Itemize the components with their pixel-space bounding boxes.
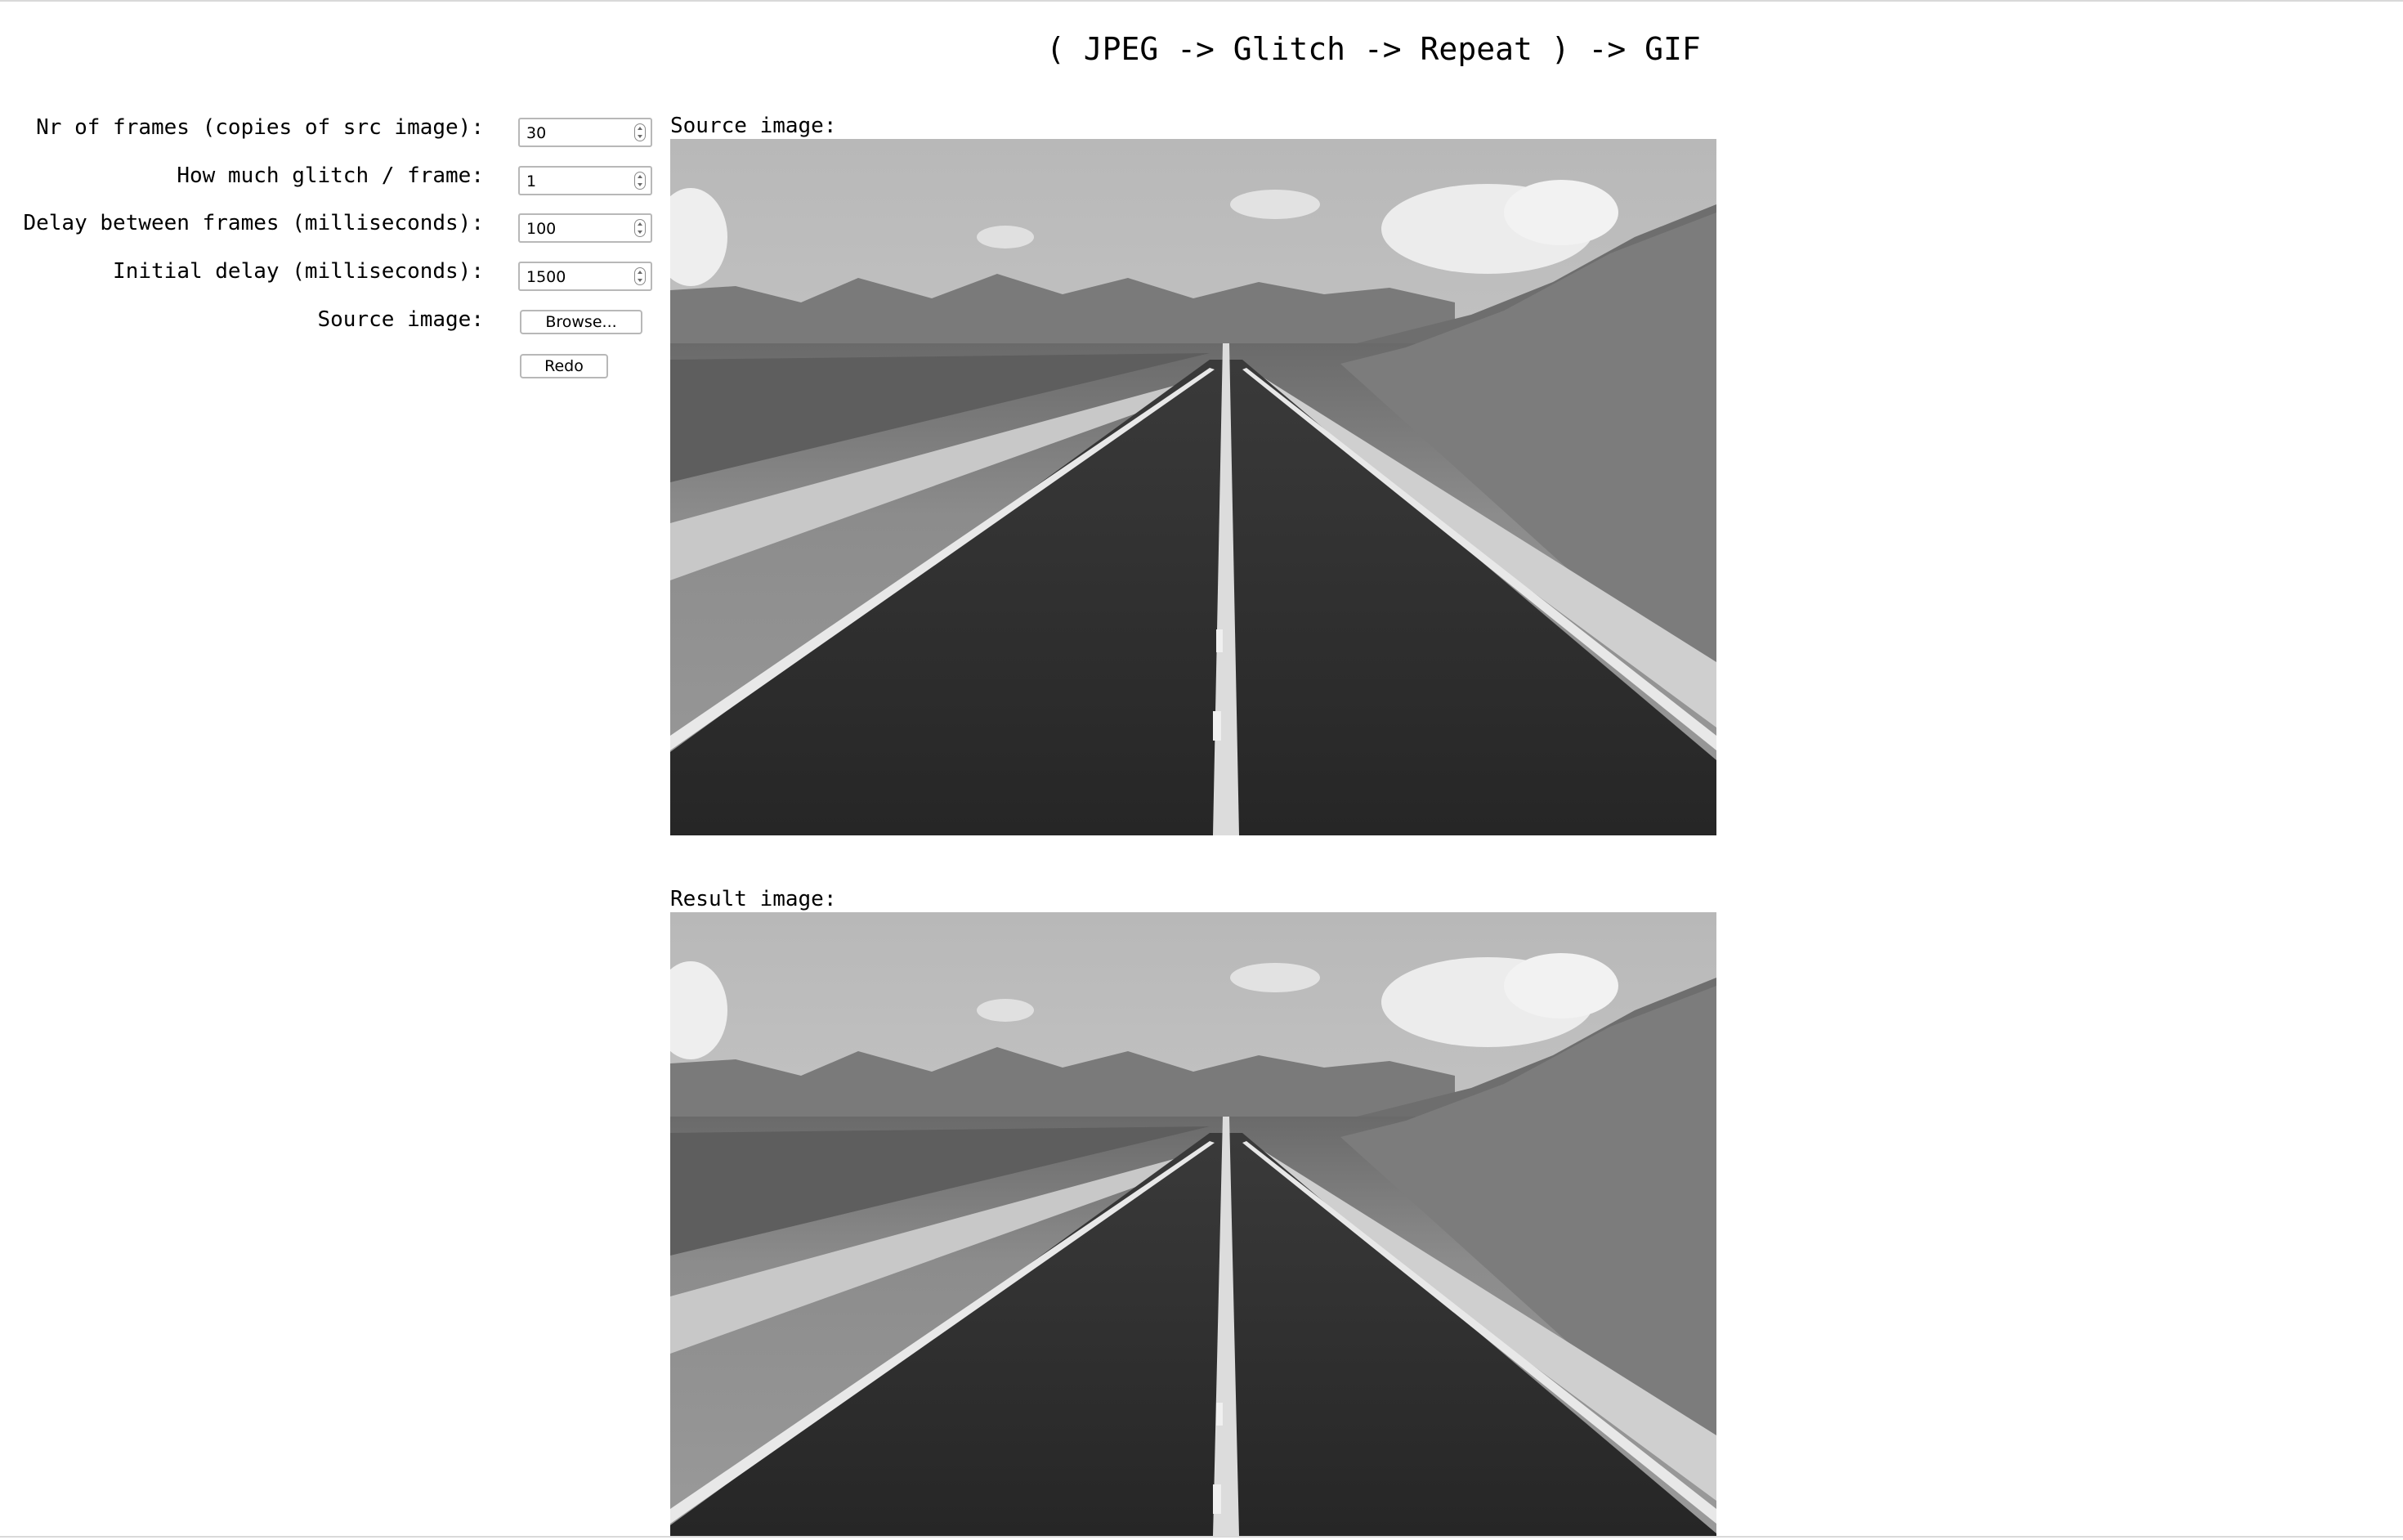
source-image-label: Source image: [317, 307, 485, 332]
frames-input[interactable]: 30 [518, 118, 652, 147]
glitch-input[interactable]: 1 [518, 166, 652, 195]
glitch-label: How much glitch / frame: [177, 163, 484, 188]
frames-value: 30 [526, 124, 547, 142]
bottom-border [0, 1536, 2403, 1538]
spinner-icon[interactable] [634, 219, 646, 237]
spinner-icon[interactable] [634, 123, 646, 141]
delay-label: Delay between frames (milliseconds): [23, 211, 484, 235]
glitch-value: 1 [526, 172, 537, 190]
spinner-icon[interactable] [634, 172, 646, 190]
result-image [670, 912, 1716, 1536]
delay-value: 100 [526, 220, 557, 238]
initial-delay-input[interactable]: 1500 [518, 262, 652, 291]
redo-button[interactable]: Redo [520, 354, 608, 378]
frames-label: Nr of frames (copies of src image): [36, 115, 484, 140]
spinner-icon[interactable] [634, 267, 646, 285]
desert-road-photo [670, 139, 1716, 835]
result-image-heading: Result image: [670, 887, 837, 911]
desert-road-photo [670, 912, 1716, 1536]
initial-delay-value: 1500 [526, 268, 566, 286]
delay-input[interactable]: 100 [518, 213, 652, 243]
page-title: ( JPEG -> Glitch -> Repeat ) -> GIF [1046, 31, 1701, 67]
initial-delay-label: Initial delay (milliseconds): [113, 259, 484, 284]
browse-button[interactable]: Browse... [520, 310, 642, 334]
source-image-heading: Source image: [670, 114, 837, 138]
source-image [670, 139, 1716, 835]
top-border [0, 0, 2403, 2]
